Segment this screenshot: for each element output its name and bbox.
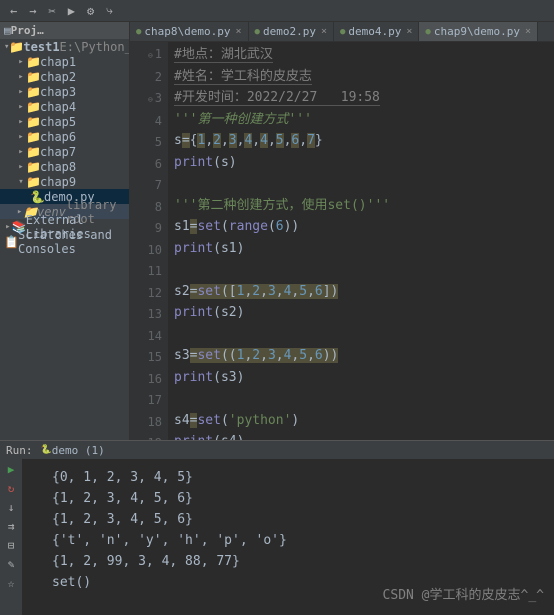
tab-chap9-demo.py[interactable]: ●chap9\demo.py× (419, 22, 538, 41)
cut-icon[interactable]: ✂ (48, 4, 55, 18)
output-line: {1, 2, 3, 4, 5, 6} (52, 488, 524, 509)
down-icon[interactable]: ↓ (8, 501, 15, 514)
tab-demo2.py[interactable]: ●demo2.py× (249, 22, 334, 41)
gear-icon[interactable]: ⚙ (87, 4, 94, 18)
toolbar: ← → ✂ ▶ ⚙ ⤷ (0, 0, 554, 22)
back-icon[interactable]: ← (10, 4, 17, 18)
up-icon[interactable]: ⇉ (8, 520, 15, 533)
project-sidebar: ▤ Proj… ▾📁test1 E:\Python_study\te▸📁chap… (0, 22, 130, 440)
filter-icon[interactable]: ☆ (8, 577, 15, 590)
folder-chap9[interactable]: ▾📁chap9 (0, 174, 129, 189)
folder-chap1[interactable]: ▸📁chap1 (0, 54, 129, 69)
folder-chap5[interactable]: ▸📁chap5 (0, 114, 129, 129)
python-icon: ● (136, 27, 141, 37)
close-icon[interactable]: × (236, 26, 242, 37)
stop-icon[interactable]: ↻ (8, 482, 15, 495)
close-icon[interactable]: × (525, 26, 531, 37)
code-editor[interactable]: #地点：湖北武汉#姓名：学工科的皮皮志#开发时间：2022/2/27 19:58… (168, 42, 554, 440)
project-label: Proj… (11, 24, 44, 37)
folder-chap8[interactable]: ▸📁chap8 (0, 159, 129, 174)
pin-icon[interactable]: ✎ (8, 558, 15, 571)
run-config: demo (1) (52, 444, 105, 457)
tab-demo4.py[interactable]: ●demo4.py× (334, 22, 419, 41)
rerun-icon[interactable]: ▶ (8, 463, 15, 476)
output-line: {'t', 'n', 'y', 'h', 'p', 'o'} (52, 530, 524, 551)
tab-chap8-demo.py[interactable]: ●chap8\demo.py× (130, 22, 249, 41)
python-icon: ● (340, 27, 345, 37)
python-icon: ● (255, 27, 260, 37)
run-toolbar: ▶ ↻ ↓ ⇉ ⊟ ✎ ☆ (0, 459, 22, 615)
output-line: {0, 1, 2, 3, 4, 5} (52, 467, 524, 488)
project-root[interactable]: ▾📁test1 E:\Python_study\te (0, 39, 129, 54)
search-icon[interactable]: ⤷ (106, 3, 113, 18)
editor-area: ●chap8\demo.py×●demo2.py×●demo4.py×●chap… (130, 22, 554, 440)
folder-chap2[interactable]: ▸📁chap2 (0, 69, 129, 84)
output-line: {1, 2, 99, 3, 4, 88, 77} (52, 551, 524, 572)
run-icon[interactable]: ▶ (68, 4, 75, 18)
gutter: ⊖12⊖345678910111213141516171819 (130, 42, 168, 440)
folder-chap3[interactable]: ▸📁chap3 (0, 84, 129, 99)
scratches[interactable]: 📋Scratches and Consoles (0, 234, 129, 249)
python-icon: 🐍 (41, 445, 52, 455)
project-tool-icon: ▤ (4, 24, 11, 37)
output-line: {1, 2, 3, 4, 5, 6} (52, 509, 524, 530)
fwd-icon[interactable]: → (29, 4, 36, 18)
folder-chap6[interactable]: ▸📁chap6 (0, 129, 129, 144)
close-icon[interactable]: × (321, 26, 327, 37)
folder-chap7[interactable]: ▸📁chap7 (0, 144, 129, 159)
watermark: CSDN @学工科的皮皮志^_^ (383, 584, 544, 603)
project-header[interactable]: ▤ Proj… (0, 22, 129, 39)
close-icon[interactable]: × (406, 26, 412, 37)
python-icon: ● (425, 27, 430, 37)
folder-chap4[interactable]: ▸📁chap4 (0, 99, 129, 114)
editor-tabs: ●chap8\demo.py×●demo2.py×●demo4.py×●chap… (130, 22, 554, 42)
print-icon[interactable]: ⊟ (8, 539, 15, 552)
run-header[interactable]: Run: 🐍 demo (1) (0, 441, 554, 459)
run-label: Run: (6, 444, 33, 457)
